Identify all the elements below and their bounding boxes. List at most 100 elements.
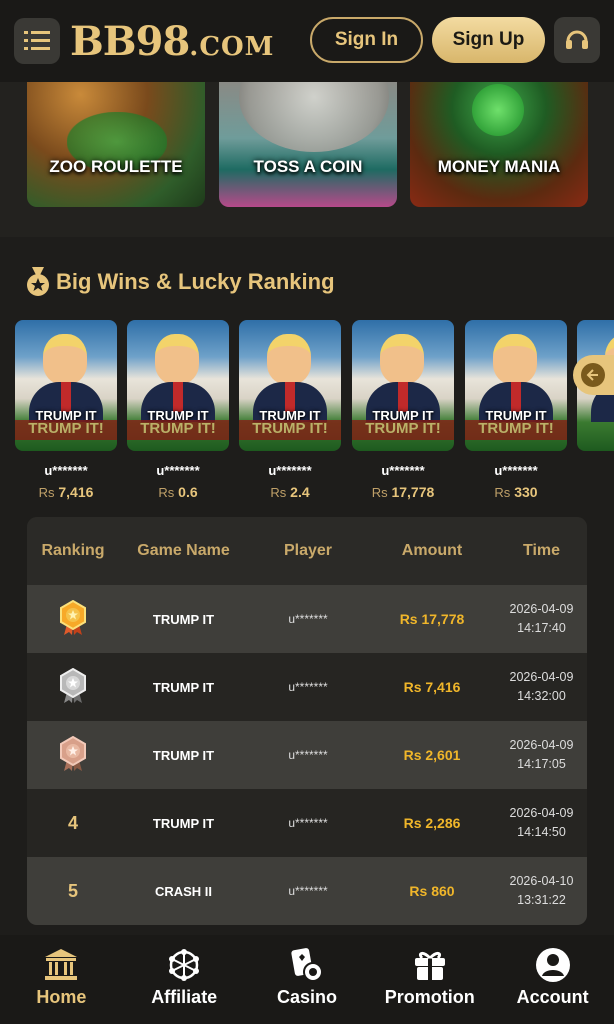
rank-cell (27, 667, 119, 707)
game-banner: TRUMP IT! (15, 420, 117, 440)
game-title: MONEY MANIA (437, 157, 561, 176)
win-user: u******* (494, 463, 538, 478)
table-row: TRUMP IT u******* Rs 17,778 2026-04-09 14… (27, 585, 587, 653)
bronze-medal-icon (60, 735, 86, 771)
time-cell: 2026-04-10 13:31:22 (509, 874, 574, 907)
win-amount: Rs 0.6 (158, 484, 198, 500)
time-cell: 2026-04-09 14:32:00 (509, 670, 574, 703)
rank-cell (27, 735, 119, 775)
win-card[interactable]: TRUMP IT TRUMP IT! u******* Rs 7,416 (15, 320, 117, 500)
rank-cell (27, 599, 119, 639)
player-cell: u******* (288, 884, 328, 898)
gift-icon (412, 947, 448, 983)
time-cell: 2026-04-09 14:14:50 (509, 806, 574, 839)
player-cell: u******* (288, 748, 328, 762)
carousel-toggle-button[interactable] (573, 355, 614, 395)
medal-icon (27, 267, 49, 296)
game-card-zoo-roulette[interactable]: ZOO ROULETTE (27, 82, 205, 207)
game-thumbnail: TRUMP IT TRUMP IT! (239, 320, 341, 451)
game-thumbnail: TRUMP IT TRUMP IT! (465, 320, 567, 451)
nav-account[interactable]: Account (491, 935, 614, 1024)
nav-label: Account (516, 987, 589, 1007)
game-name-cell: TRUMP IT (152, 679, 215, 695)
win-card[interactable]: TRUMP IT TRUMP IT! u******* Rs 2.4 (239, 320, 341, 500)
col-ranking: Ranking (41, 542, 105, 559)
nav-affiliate[interactable]: Affiliate (123, 935, 246, 1024)
user-circle-icon (535, 947, 571, 983)
arrow-left-icon (581, 363, 605, 387)
menu-icon (24, 31, 50, 50)
win-amount: Rs 2.4 (270, 484, 310, 500)
col-amount: Amount (401, 542, 463, 559)
game-thumbnail: TRUMP IT TRUMP IT! (352, 320, 454, 451)
gold-medal-icon (60, 599, 86, 635)
game-banner: TRUMP IT! (127, 420, 229, 440)
game-title: ZOO ROULETTE (49, 157, 183, 176)
nav-label: Casino (276, 987, 337, 1007)
game-title: TOSS A COIN (253, 157, 363, 176)
col-time: Time (522, 542, 561, 559)
player-cell: u******* (288, 612, 328, 626)
win-card[interactable]: TRUMP IT TRUMP IT! u******* Rs 17,778 (352, 320, 454, 500)
site-logo[interactable]: BB98 .COM (70, 18, 274, 65)
col-player: Player (283, 542, 333, 559)
win-user: u******* (156, 463, 200, 478)
game-card-toss-a-coin[interactable]: TOSS A COIN (219, 82, 397, 207)
game-banner: TRUMP IT! (465, 420, 567, 440)
rank-number: 4 (67, 812, 78, 833)
game-name-cell: CRASH II (154, 883, 213, 899)
game-banner: TRUMP IT! (352, 420, 454, 440)
time-cell: 2026-04-09 14:17:05 (509, 738, 574, 771)
network-icon (167, 947, 201, 983)
section-header: Big Wins & Lucky Ranking (26, 267, 335, 297)
logo-main: BB98 (70, 17, 190, 65)
amount-cell: Rs 2,286 (403, 815, 461, 831)
cards-chip-icon (290, 947, 324, 983)
game-name-cell: TRUMP IT (152, 611, 215, 627)
amount-cell: Rs 2,601 (403, 747, 461, 763)
amount-cell: Rs 17,778 (399, 611, 465, 627)
col-game-name: Game Name (137, 542, 230, 559)
headset-icon (566, 30, 588, 49)
game-card-money-mania[interactable]: MONEY MANIA (410, 82, 588, 207)
big-wins-carousel[interactable]: TRUMP IT TRUMP IT! u******* Rs 7,416 TRUM… (0, 320, 614, 505)
table-header: Ranking Game Name Player Amount Time (27, 517, 587, 585)
bank-icon (43, 947, 79, 983)
logo-suffix: .COM (189, 31, 275, 62)
nav-casino[interactable]: Casino (246, 935, 369, 1024)
game-name-cell: TRUMP IT (152, 747, 215, 763)
table-row: 5 CRASH II u******* Rs 860 2026-04-10 13:… (27, 857, 587, 925)
section-title: Big Wins & Lucky Ranking (56, 269, 335, 294)
player-cell: u******* (288, 680, 328, 694)
win-card[interactable]: TRUMP IT TRUMP IT! u******* Rs 330 (465, 320, 567, 500)
win-user: u******* (44, 463, 88, 478)
win-amount: Rs 17,778 (371, 484, 435, 500)
game-thumbnail: TRUMP IT TRUMP IT! (127, 320, 229, 451)
win-amount: Rs 330 (494, 484, 538, 500)
bottom-navigation: Home Affiliate Casino Promotion Account (0, 935, 614, 1024)
nav-promotion[interactable]: Promotion (368, 935, 491, 1024)
featured-games: ZOO ROULETTE TOSS A COIN MONEY MANIA (0, 82, 614, 237)
menu-button[interactable] (14, 18, 60, 64)
app-root: BB98 .COM Sign In Sign Up ZOO ROULETTE TO… (0, 0, 614, 1024)
ranking-table: Ranking Game Name Player Amount Time TRU… (27, 517, 587, 925)
nav-label: Promotion (384, 987, 475, 1007)
nav-label: Affiliate (151, 987, 218, 1007)
nav-label: Home (36, 987, 87, 1007)
game-name-cell: TRUMP IT (152, 815, 215, 831)
sign-up-button[interactable]: Sign Up (432, 17, 545, 63)
table-row: TRUMP IT u******* Rs 2,601 2026-04-09 14:… (27, 721, 587, 789)
table-row: TRUMP IT u******* Rs 7,416 2026-04-09 14:… (27, 653, 587, 721)
win-amount: Rs 7,416 (38, 484, 94, 500)
amount-cell: Rs 860 (409, 883, 455, 899)
time-cell: 2026-04-09 14:17:40 (509, 602, 574, 635)
win-card[interactable]: TRUMP IT TRUMP IT! u******* Rs 0.6 (127, 320, 229, 500)
nav-home[interactable]: Home (0, 935, 123, 1024)
game-thumbnail: TRUMP IT TRUMP IT! (15, 320, 117, 451)
sign-in-button[interactable]: Sign In (310, 17, 423, 63)
support-button[interactable] (554, 17, 600, 63)
rank-number: 5 (67, 880, 78, 901)
game-banner: TRUMP IT! (239, 420, 341, 440)
win-user: u******* (268, 463, 312, 478)
top-header: BB98 .COM Sign In Sign Up (0, 0, 614, 82)
